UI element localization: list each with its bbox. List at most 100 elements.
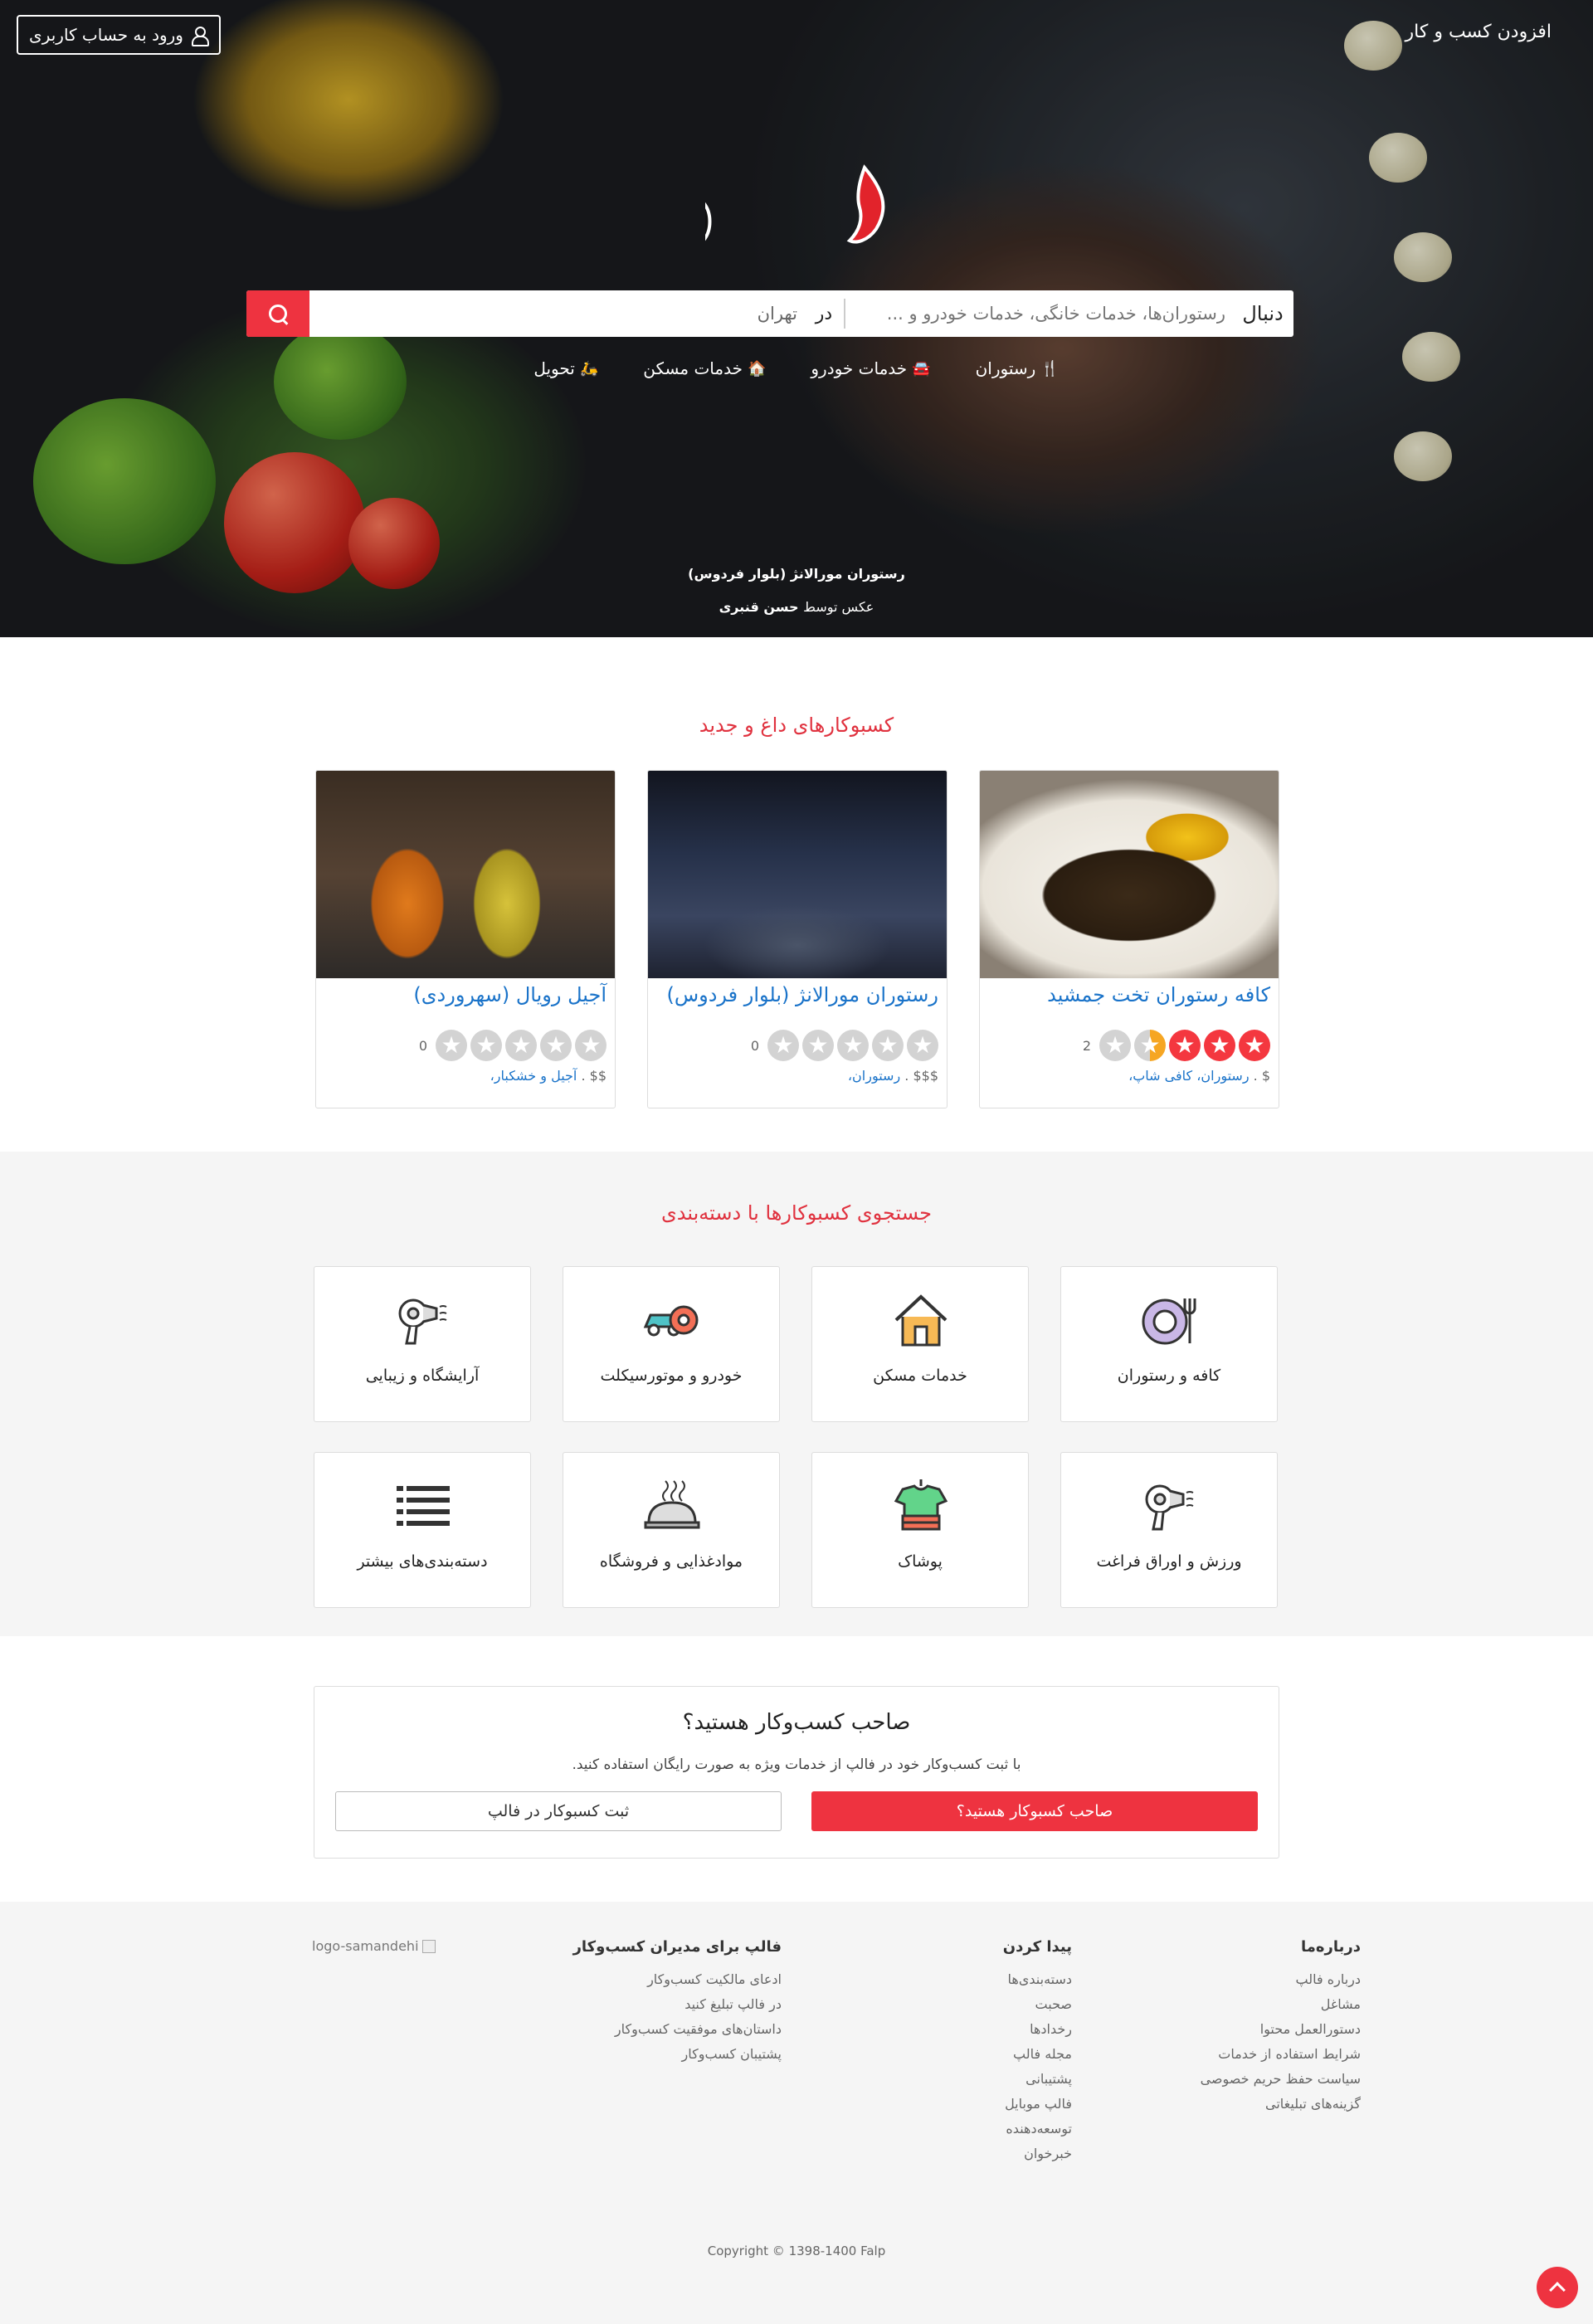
category-label: کافه و رستوران <box>1117 1367 1221 1385</box>
star-icon: ★ <box>1239 1030 1270 1061</box>
business-categories[interactable]: آجیل و خشکبار، <box>490 1068 577 1084</box>
footer-link[interactable]: ادعای مالکیت کسب‌وکار <box>573 1967 782 1992</box>
star-icon: ★ <box>1204 1030 1235 1061</box>
footer-heading: فالپ برای مدیران کسب‌وکار <box>572 1938 782 1956</box>
shirt-icon <box>894 1479 948 1531</box>
quick-link-car-services[interactable]: 🚘 خدمات خودرو <box>811 358 930 378</box>
category-tile[interactable]: کافه و رستوران <box>1060 1266 1278 1422</box>
rating-stars: ★ ★ ★ ★ ★ 0 <box>751 1030 938 1061</box>
category-tile[interactable]: آرایشگاه و زیبایی <box>314 1266 531 1422</box>
samandehi-badge[interactable]: logo-samandehi <box>312 1938 436 1954</box>
footer-business-column: فالپ برای مدیران کسب‌وکار ادعای مالکیت ک… <box>573 1938 782 2067</box>
login-button[interactable]: ورود به حساب کاربری <box>17 15 221 55</box>
business-owner-button[interactable]: صاحب کسبوکار هستید؟ <box>811 1791 1258 1831</box>
login-label: ورود به حساب کاربری <box>29 25 183 45</box>
home-icon: 🏠 <box>747 359 767 378</box>
business-card[interactable]: رستوران مورالانژ (بلوار فردوس) ★ ★ ★ ★ ★… <box>647 770 948 1108</box>
samandehi-alt-text: logo-samandehi <box>312 1938 419 1954</box>
business-card[interactable]: آجیل رویال (سهروردی) ★ ★ ★ ★ ★ 0 $$ . آج… <box>315 770 616 1108</box>
quick-link-home-services[interactable]: 🏠 خدمات مسکن <box>643 358 766 378</box>
footer-link[interactable]: درباره فالپ <box>1201 1967 1361 1992</box>
star-icon: ★ <box>575 1030 607 1061</box>
search-bar: دنبال در <box>246 290 1293 337</box>
category-label: دسته‌بندی‌های بیشتر <box>357 1552 488 1571</box>
business-photo[interactable] <box>980 771 1279 978</box>
category-tile[interactable]: خودرو و موتورسیکلت <box>563 1266 780 1422</box>
falp-logo[interactable]: falp <box>538 163 896 272</box>
add-business-link[interactable]: افزودن کسب و کار <box>1405 22 1552 42</box>
footer: درباره‌ما درباره فالپ مشاغل دستورالعمل م… <box>0 1902 1593 2324</box>
category-tile[interactable]: موادغذایی و فروشگاه <box>563 1452 780 1608</box>
near-input[interactable] <box>309 290 804 337</box>
hero-caption-place[interactable]: رستوران مورالانژ (بلوار فردوس) <box>0 558 1593 591</box>
footer-link[interactable]: پشتیبان کسب‌وکار <box>573 2042 782 2067</box>
business-photo[interactable] <box>316 771 615 978</box>
star-icon: ★ <box>1169 1030 1201 1061</box>
footer-link[interactable]: گزینه‌های تبلیغاتی <box>1201 2092 1361 2117</box>
footer-heading: پیدا کردن <box>1002 1938 1072 1956</box>
star-icon: ★ <box>1134 1030 1166 1061</box>
copyright: Copyright © 1398-1400 Falp <box>707 2244 886 2258</box>
quick-link-restaurant[interactable]: 🍴 رستوران <box>976 358 1060 378</box>
star-icon: ★ <box>470 1030 502 1061</box>
footer-link[interactable]: توسعه‌دهنده <box>1003 2117 1072 2141</box>
category-tile[interactable]: دسته‌بندی‌های بیشتر <box>314 1452 531 1608</box>
footer-link[interactable]: سیاست حفظ حریم خصوصی <box>1201 2067 1361 2092</box>
register-business-button[interactable]: ثبت کسبوکار در فالپ <box>335 1791 782 1831</box>
business-name[interactable]: رستوران مورالانژ (بلوار فردوس) <box>666 983 938 1006</box>
near-label: در <box>815 303 833 324</box>
footer-link[interactable]: مجله فالپ <box>1003 2042 1072 2067</box>
category-label: خودرو و موتورسیکلت <box>600 1367 743 1385</box>
hero-caption: رستوران مورالانژ (بلوار فردوس) عکس توسط … <box>0 558 1593 624</box>
footer-link[interactable]: دسته‌بندی‌ها <box>1003 1967 1072 1992</box>
categories-section: جستجوی کسبوکارها با دسته‌بندی کافه و رست… <box>0 1152 1593 1636</box>
business-name[interactable]: کافه رستوران تخت جمشید <box>1047 983 1270 1006</box>
footer-link[interactable]: فالپ موبایل <box>1003 2092 1072 2117</box>
footer-link[interactable]: داستان‌های موفقیت کسب‌وکار <box>573 2017 782 2042</box>
search-icon <box>267 303 289 324</box>
star-icon: ★ <box>767 1030 799 1061</box>
footer-link[interactable]: خبرخوان <box>1003 2141 1072 2166</box>
business-meta: $ . رستوران، کافی شاپ، <box>1128 1068 1270 1084</box>
categories-title: جستجوی کسبوکارها با دسته‌بندی <box>660 1201 933 1225</box>
hero-caption-credit-name[interactable]: حسن قنبری <box>719 599 799 615</box>
quick-links: 🍴 رستوران 🚘 خدمات خودرو 🏠 خدمات مسکن 🛵 تحویل <box>0 358 1593 378</box>
footer-link[interactable]: دستورالعمل محتوا <box>1201 2017 1361 2042</box>
star-icon: ★ <box>1099 1030 1131 1061</box>
category-label: ورزش و اوراق فراغت <box>1096 1552 1242 1571</box>
business-categories[interactable]: رستوران، کافی شاپ، <box>1128 1068 1249 1084</box>
footer-link[interactable]: شرایط استفاده از خدمات <box>1201 2042 1361 2067</box>
scroll-to-top-button[interactable] <box>1537 2267 1578 2308</box>
business-categories[interactable]: رستوران، <box>848 1068 900 1084</box>
category-tile[interactable]: ورزش و اوراق فراغت <box>1060 1452 1278 1608</box>
category-tile[interactable]: پوشاک <box>811 1452 1029 1608</box>
hair-dryer-icon <box>1145 1484 1194 1531</box>
search-button[interactable] <box>246 290 309 337</box>
hero-caption-credit-prefix: عکس توسط <box>803 599 874 615</box>
owner-text: با ثبت کسب‌وکار خود در فالپ از خدمات ویژ… <box>572 1756 1021 1773</box>
rating-stars: ★ ★ ★ ★ ★ 2 <box>1083 1030 1270 1061</box>
flame-icon <box>846 164 885 244</box>
price-level: $$ <box>589 1068 607 1084</box>
footer-link[interactable]: مشاغل <box>1201 1992 1361 2017</box>
logo-wordmark: falp <box>705 167 709 264</box>
fork-knife-icon: 🍴 <box>1040 359 1060 378</box>
review-count: 0 <box>418 1037 427 1054</box>
star-icon: ★ <box>907 1030 938 1061</box>
footer-heading: درباره‌ما <box>1300 1938 1361 1956</box>
search-divider <box>844 299 845 329</box>
business-name[interactable]: آجیل رویال (سهروردی) <box>413 983 607 1006</box>
price-level: $$$ <box>913 1068 938 1084</box>
business-photo[interactable] <box>648 771 947 978</box>
quick-link-delivery[interactable]: 🛵 تحویل <box>533 358 598 378</box>
footer-link[interactable]: در فالپ تبلیغ کنید <box>573 1992 782 2017</box>
footer-link[interactable]: رخدادها <box>1003 2017 1072 2042</box>
price-level: $ <box>1261 1068 1270 1084</box>
business-card[interactable]: کافه رستوران تخت جمشید ★ ★ ★ ★ ★ 2 $ . ر… <box>979 770 1279 1108</box>
house-icon <box>894 1294 948 1347</box>
footer-link[interactable]: پشتیبانی <box>1003 2067 1072 2092</box>
category-tile[interactable]: خدمات مسکن <box>811 1266 1029 1422</box>
find-input[interactable] <box>845 290 1232 337</box>
hot-section-title: کسبوکارهای داغ و جدید <box>699 714 894 737</box>
footer-link[interactable]: صحبت <box>1003 1992 1072 2017</box>
